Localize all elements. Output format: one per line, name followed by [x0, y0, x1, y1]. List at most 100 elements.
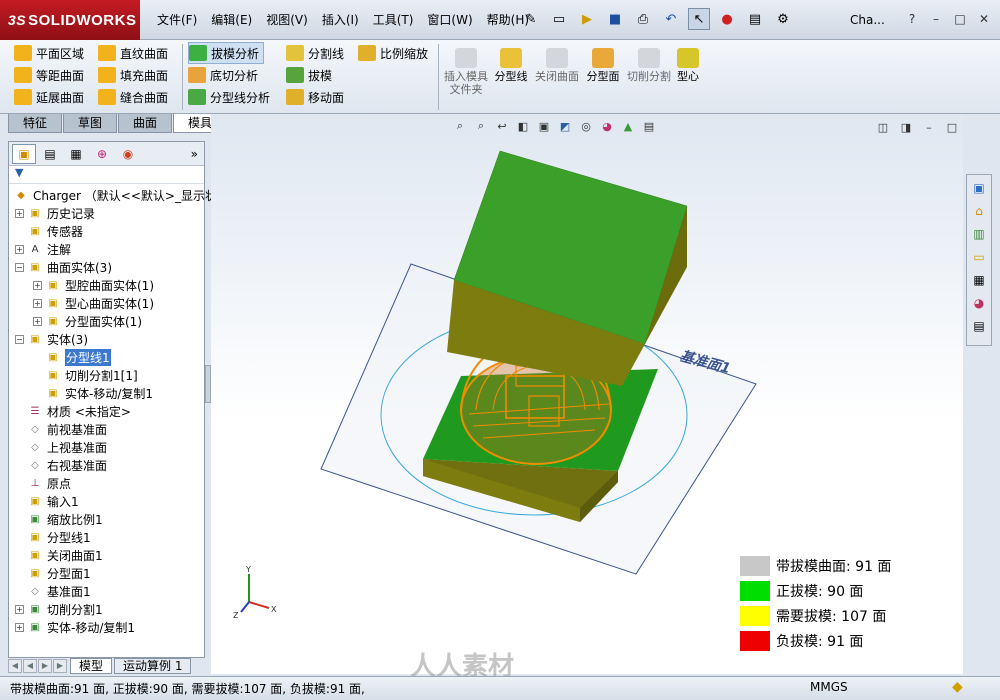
tree-root-part[interactable]: ◆ Charger （默认<<默认>_显示状	[9, 186, 217, 204]
save-icon[interactable]: ■	[604, 8, 626, 30]
solidworks-resources-icon[interactable]: ▣	[969, 178, 989, 198]
tree-node[interactable]: + ▣ 型心曲面实体(1)	[9, 294, 204, 312]
viewport-split-icon[interactable]: ◫	[874, 120, 892, 136]
tree-node[interactable]: ▣ 分型线1	[9, 348, 204, 366]
tree-node[interactable]: ▣ 输入1	[9, 492, 204, 510]
home-icon[interactable]: ⌂	[969, 201, 989, 221]
next-tab-arrow-icon[interactable]: ▶	[38, 659, 52, 673]
tab-motion-study[interactable]: 运动算例 1	[114, 658, 192, 674]
radiate-surface-button[interactable]: 延展曲面	[14, 86, 84, 108]
menu-file[interactable]: 文件(F)	[150, 8, 204, 32]
tree-node[interactable]: − ▣ 曲面实体(3)	[9, 258, 204, 276]
scale-button[interactable]: 比例缩放	[358, 42, 428, 64]
viewport-minimize-button[interactable]: –	[920, 120, 938, 136]
close-button[interactable]: ✕	[974, 10, 994, 28]
parting-line-analysis-button[interactable]: 分型线分析	[188, 86, 270, 108]
viewport-restore-button[interactable]: □	[943, 120, 961, 136]
ruled-surface-button[interactable]: 直纹曲面	[98, 42, 168, 64]
expand-icon[interactable]: +	[33, 280, 42, 290]
tree-node[interactable]: ▣ 缩放比例1	[9, 510, 204, 528]
move-face-button[interactable]: 移动面	[286, 86, 344, 108]
custom-properties-icon[interactable]: ▤	[969, 316, 989, 336]
tree-node[interactable]: ▣ 分型面1	[9, 564, 204, 582]
tab-sketch[interactable]: 草图	[63, 114, 118, 133]
parting-line-button[interactable]: 分型线	[489, 48, 533, 83]
undercut-analysis-button[interactable]: 底切分析	[188, 64, 258, 86]
solidworks-logo[interactable]: 3S SOLIDWORKS	[0, 0, 140, 40]
apply-scene-icon[interactable]: ▲	[620, 118, 636, 134]
tree-node[interactable]: + ▣ 型腔曲面实体(1)	[9, 276, 204, 294]
filled-surface-button[interactable]: 填充曲面	[98, 64, 168, 86]
file-properties-icon[interactable]: ▤	[744, 8, 766, 30]
parting-surface-button[interactable]: 分型面	[581, 48, 625, 83]
tab-surfaces[interactable]: 曲面	[118, 114, 173, 133]
offset-surface-button[interactable]: 等距曲面	[14, 64, 84, 86]
rebuild-traffic-light-icon[interactable]: ●	[716, 8, 738, 30]
tree-node[interactable]: ☰ 材质 <未指定>	[9, 402, 204, 420]
expand-icon[interactable]: +	[33, 298, 42, 308]
tree-node[interactable]: ◇ 上视基准面	[9, 438, 204, 456]
tree-node[interactable]: − ▣ 实体(3)	[9, 330, 204, 348]
tree-node[interactable]: ▣ 分型线1	[9, 528, 204, 546]
display-manager-tab-icon[interactable]: ◉	[116, 144, 140, 164]
menu-tools[interactable]: 工具(T)	[366, 8, 421, 32]
tree-node[interactable]: ◇ 右视基准面	[9, 456, 204, 474]
last-tab-arrow-icon[interactable]: ▶	[53, 659, 67, 673]
edit-appearance-icon[interactable]: ◕	[599, 118, 615, 134]
menu-insert[interactable]: 插入(I)	[315, 8, 366, 32]
expand-icon[interactable]: +	[15, 622, 24, 632]
view-orientation-icon[interactable]: ▣	[536, 118, 552, 134]
expand-icon[interactable]: +	[15, 604, 24, 614]
collapse-icon[interactable]: −	[15, 334, 24, 344]
zoom-to-fit-icon[interactable]: ⌕	[452, 118, 468, 134]
expand-icon[interactable]: +	[33, 316, 42, 326]
tree-node[interactable]: + ▣ 分型面实体(1)	[9, 312, 204, 330]
design-library-icon[interactable]: ▥	[969, 224, 989, 244]
options-icon[interactable]: ⚙	[772, 8, 794, 30]
display-style-icon[interactable]: ◩	[557, 118, 573, 134]
tree-node[interactable]: ▣ 关闭曲面1	[9, 546, 204, 564]
tree-node[interactable]: ⊥ 原点	[9, 474, 204, 492]
tree-node[interactable]: + ▣ 切削分割1	[9, 600, 204, 618]
minimize-button[interactable]: –	[926, 10, 946, 28]
appearances-icon[interactable]: ◕	[969, 293, 989, 313]
expand-icon[interactable]: +	[15, 208, 24, 218]
file-explorer-icon[interactable]: ▭	[969, 247, 989, 267]
tree-node[interactable]: + ▣ 实体-移动/复制1	[9, 618, 204, 636]
tree-node[interactable]: + ▣ 历史记录	[9, 204, 204, 222]
insert-mold-folder-button[interactable]: 插入模具文件夹	[444, 48, 488, 96]
split-line-button[interactable]: 分割线	[286, 42, 344, 64]
help-question-icon[interactable]: ?	[902, 10, 922, 28]
tree-node[interactable]: ◇ 基准面1	[9, 582, 204, 600]
unit-system[interactable]: MMGS	[810, 680, 848, 694]
configuration-manager-tab-icon[interactable]: ▦	[64, 144, 88, 164]
undo-icon[interactable]: ↶	[660, 8, 682, 30]
menu-view[interactable]: 视图(V)	[259, 8, 315, 32]
zoom-to-area-icon[interactable]: ⌕	[473, 118, 489, 134]
menu-window[interactable]: 窗口(W)	[420, 8, 479, 32]
prev-tab-arrow-icon[interactable]: ◀	[23, 659, 37, 673]
tree-node[interactable]: ◇ 前视基准面	[9, 420, 204, 438]
tab-model[interactable]: 模型	[70, 658, 113, 674]
select-arrow-icon[interactable]: ↖	[688, 8, 710, 30]
dimxpert-tab-icon[interactable]: ⊕	[90, 144, 114, 164]
quick-tips-icon[interactable]: ◆	[952, 679, 963, 695]
core-button[interactable]: 型心	[666, 48, 710, 83]
hide-show-items-icon[interactable]: ◎	[578, 118, 594, 134]
knit-surface-button[interactable]: 缝合曲面	[98, 86, 168, 108]
planar-surface-button[interactable]: 平面区域	[14, 42, 84, 64]
previous-view-icon[interactable]: ↩	[494, 118, 510, 134]
open-icon[interactable]: ▶	[576, 8, 598, 30]
tab-features[interactable]: 特征	[8, 114, 63, 133]
collapse-icon[interactable]: −	[15, 262, 24, 272]
pin-icon[interactable]: ✎	[520, 8, 542, 30]
viewport-tile-icon[interactable]: ◨	[897, 120, 915, 136]
filter-icon[interactable]: ▼	[9, 166, 204, 184]
shut-off-surface-button[interactable]: 关闭曲面	[535, 48, 579, 83]
property-manager-tab-icon[interactable]: ▤	[38, 144, 62, 164]
tree-node[interactable]: ▣ 切削分割1[1]	[9, 366, 204, 384]
view-settings-icon[interactable]: ▤	[641, 118, 657, 134]
print-icon[interactable]: ⎙	[632, 8, 654, 30]
draft-analysis-button[interactable]: 拔模分析	[188, 42, 265, 64]
view-palette-icon[interactable]: ▦	[969, 270, 989, 290]
